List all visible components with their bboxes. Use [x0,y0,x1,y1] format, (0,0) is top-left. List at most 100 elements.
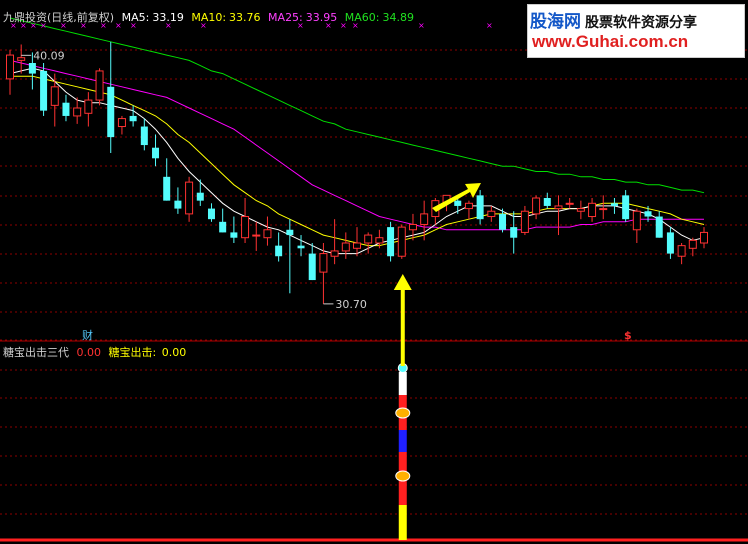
candle-7 [84,92,93,127]
candle-24 [275,232,283,262]
cai-marker: 财 [82,329,93,342]
candle-body [275,245,283,257]
candle-32 [364,232,373,254]
candle-body [599,208,608,211]
candle-50 [565,198,574,209]
candle-body [95,70,104,101]
candle-body [219,221,227,233]
ma25-key: MA25: [268,11,303,24]
site-logo: 股海网 股票软件资源分享 www.Guhai.com.cn [527,4,745,58]
candle-body [107,86,115,138]
candle-body [163,176,171,201]
candle-body [263,229,272,239]
candle-body [6,54,14,80]
candle-34 [387,221,395,262]
candle-body [241,216,250,239]
candle-53 [599,195,608,220]
candle-14 [163,158,171,201]
candle-body [610,203,618,206]
logo-slogan: 股票软件资源分享 [585,15,697,31]
up-arrow [393,274,412,366]
ma5-key: MA5: [121,11,150,24]
candle-body [297,245,305,249]
candle-body [252,234,261,237]
indicator-value-2: 0.00 [161,346,187,359]
candle-42 [476,190,484,225]
candle-body [140,126,148,146]
candlesticks [6,41,708,304]
candle-body [688,239,697,249]
candle-body [40,70,48,111]
candle-body [532,197,541,215]
candle-10 [117,115,126,135]
candle-35 [397,224,406,259]
candle-body [28,63,36,74]
candle-15 [174,187,182,214]
candle-body [655,216,663,238]
ma5-value: 33.19 [152,11,184,24]
candle-9 [107,41,115,153]
main-chart-header: 九鼎投资(日线,前复权) MA5: 33.19 MA10: 33.76 MA25: 3… [3,9,418,25]
candle-body [397,226,406,257]
candle-1 [17,44,26,74]
candle-47 [532,195,541,220]
candle-body [286,229,294,236]
candle-54 [610,198,618,214]
candle-body [588,202,597,218]
ma60-value: 34.89 [382,11,414,24]
candle-body [196,192,204,201]
candle-body [152,147,160,159]
candle-45 [510,211,518,254]
candle-body [73,107,82,117]
ma60-key: MA60: [344,11,380,24]
candle-0 [6,49,14,95]
candle-body [207,208,215,220]
candle-59 [666,227,674,259]
candle-body [700,231,708,244]
candle-body [387,227,395,257]
signal-segment-2 [398,430,407,452]
signal-segment-0 [398,372,407,395]
candle-body [487,210,496,218]
candle-body [408,223,417,231]
candle-16 [185,176,194,222]
candle-17 [196,179,204,206]
candle-49 [554,195,563,236]
candle-body [632,210,641,231]
candle-62 [700,227,708,249]
indicator-header: 糖宝出击三代 0.00 糖宝出击: 0.00 [3,344,190,360]
candle-body [677,245,686,257]
candle-8 [95,68,104,106]
candle-body [464,202,473,210]
ma25-label: MA25: 33.95 [268,11,337,24]
ma25-value: 33.95 [305,11,338,24]
candle-55 [622,190,630,222]
candle-body [543,198,551,206]
candle-body [476,195,484,220]
logo-brand: 股海网 [530,12,581,32]
candle-48 [543,192,551,209]
candle-body [330,250,339,257]
indicator-series-label: 糖宝出击: [108,346,157,359]
candle-body [666,232,674,254]
candle-body [420,213,429,225]
candle-6 [73,97,82,124]
candle-body [230,232,238,238]
candle-19 [219,208,227,233]
candle-body [185,181,194,215]
candle-12 [140,118,148,151]
annotation-label-1: 30.70 [335,298,367,311]
candle-27 [308,243,316,281]
candle-body [622,195,630,220]
candle-3 [40,63,48,116]
ma10-value: 33.76 [229,11,261,24]
candle-body [308,253,316,281]
candle-body [353,242,361,249]
candle-29 [330,219,339,265]
candle-body [364,234,373,244]
logo-line-1: 股海网 股票软件资源分享 [530,7,697,32]
ma60-label: MA60: 34.89 [345,11,414,24]
ma10-key: MA10: [191,11,227,24]
ma10-label: MA10: 33.76 [191,11,260,24]
candle-body [341,242,350,252]
